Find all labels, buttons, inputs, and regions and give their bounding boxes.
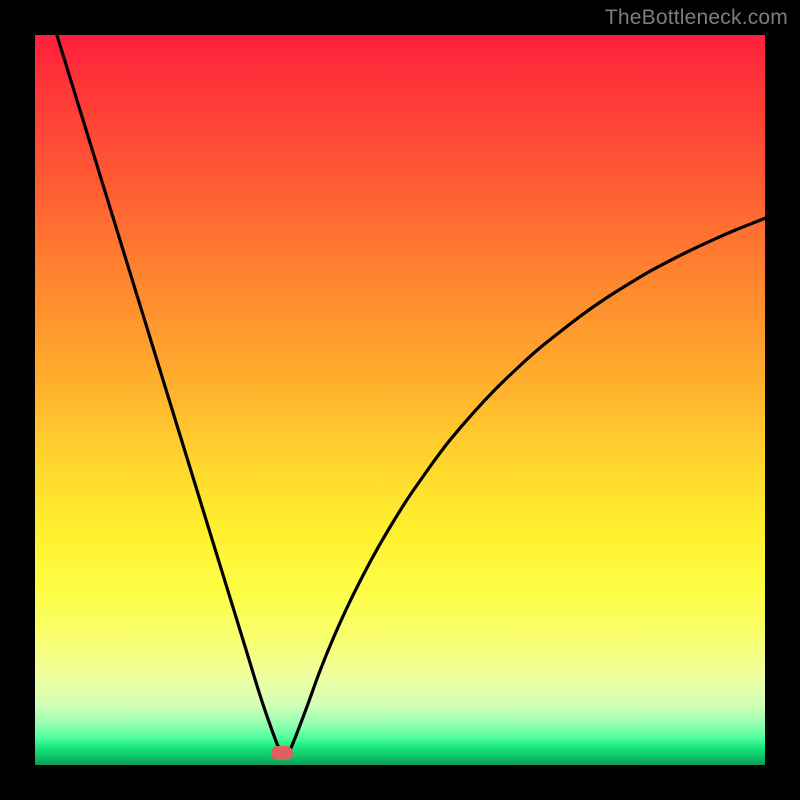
chart-stage: TheBottleneck.com [0,0,800,800]
bottleneck-curve [57,35,765,755]
curve-layer [35,35,765,765]
plot-area [35,35,765,765]
attribution-text: TheBottleneck.com [605,6,788,30]
optimum-marker [271,746,293,760]
